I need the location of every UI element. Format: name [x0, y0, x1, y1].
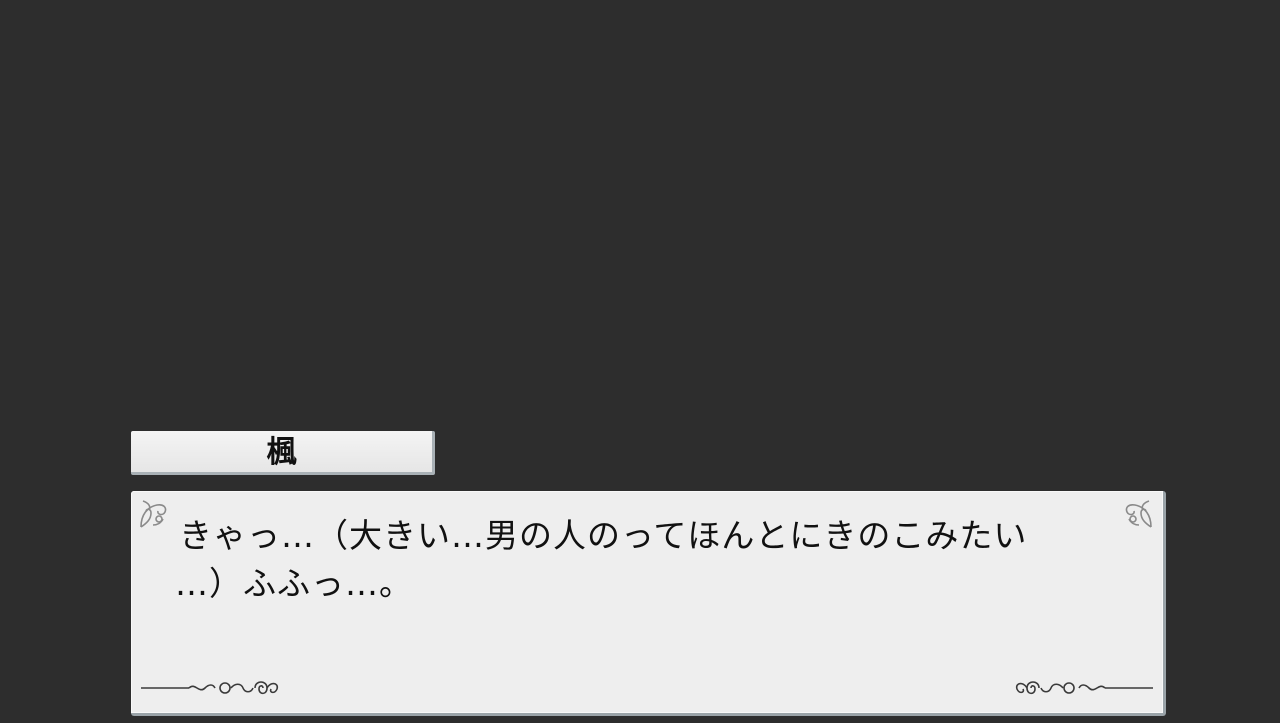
flourish-ornament-icon	[1015, 681, 1153, 695]
dialogue-box[interactable]: きゃっ…（大きい…男の人のってほんとにきのこみたい …）ふふっ…。	[131, 491, 1166, 716]
dialogue-text-line-1: きゃっ…（大きい…男の人のってほんとにきのこみたい	[179, 516, 1028, 555]
corner-ornament-icon	[1125, 500, 1152, 528]
corner-ornament-icon	[140, 500, 167, 528]
speaker-name: 楓	[266, 435, 297, 470]
speaker-name-box: 楓	[131, 431, 435, 475]
dialogue-text-line-2: …）ふふっ…。	[175, 564, 413, 603]
game-screen[interactable]: 楓 きゃっ…（大きい…男の人のってほんとにきのこみたい …）ふふっ…。	[0, 0, 1280, 723]
flourish-ornament-icon	[141, 681, 279, 695]
